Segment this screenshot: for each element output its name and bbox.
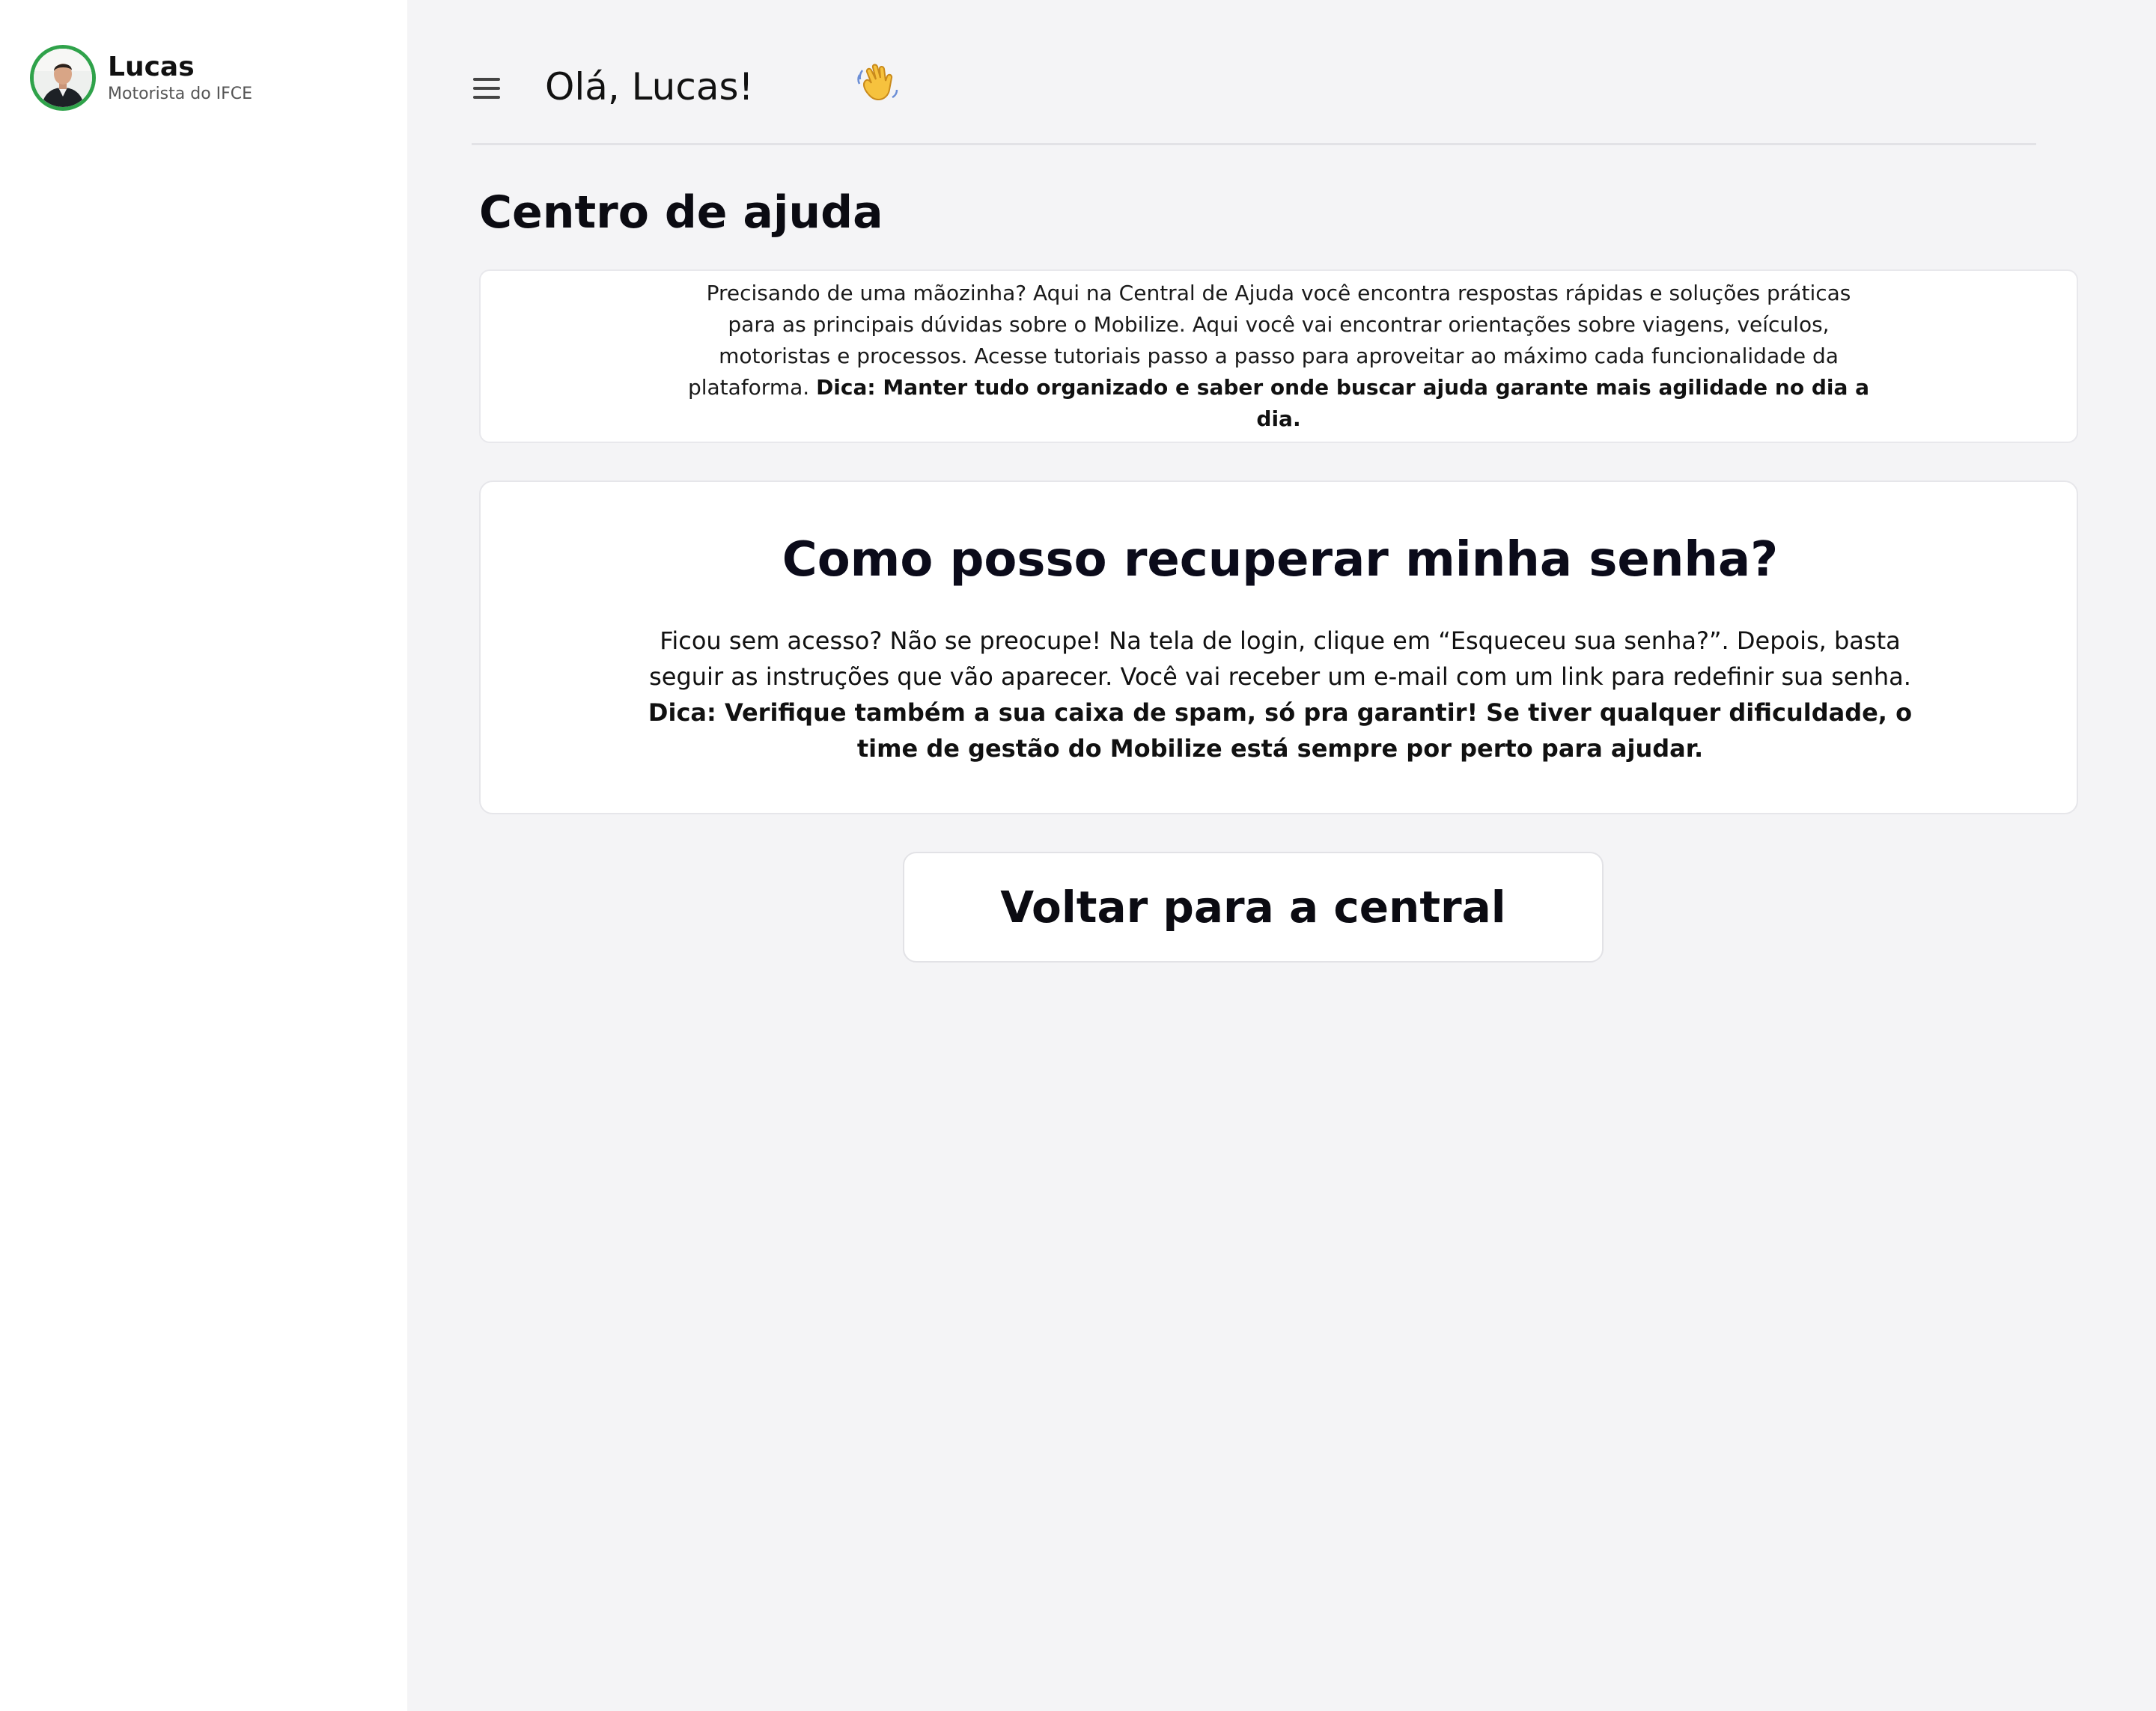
user-photo-icon [34, 49, 92, 107]
main-content: Olá, Lucas! Centro de ajuda Precisando d… [407, 0, 2156, 1711]
faq-card: Como posso recuperar minha senha? Ficou … [479, 481, 2078, 814]
hamburger-menu-icon[interactable] [472, 73, 502, 103]
user-role: Motorista do IFCE [108, 85, 253, 103]
intro-tip: Dica: Manter tudo organizado e saber ond… [816, 375, 1870, 431]
user-profile[interactable]: Lucas Motorista do IFCE [30, 45, 252, 111]
avatar[interactable] [30, 45, 96, 111]
intro-text: Precisando de uma mãozinha? Aqui na Cent… [680, 278, 1878, 435]
faq-answer: Ficou sem acesso? Não se preocupe! Na te… [636, 623, 1924, 766]
page-title: Centro de ajuda [479, 186, 883, 239]
sidebar: Lucas Motorista do IFCE [0, 0, 407, 1711]
top-bar: Olá, Lucas! [472, 52, 2036, 145]
intro-card: Precisando de uma mãozinha? Aqui na Cent… [479, 269, 2078, 443]
faq-answer-tip: Dica: Verifique também a sua caixa de sp… [648, 698, 1913, 763]
faq-question: Como posso recuperar minha senha? [782, 532, 1779, 588]
greeting-text: Olá, Lucas! [545, 65, 754, 109]
waving-hand-icon [855, 61, 900, 106]
profile-text: Lucas Motorista do IFCE [108, 52, 252, 104]
app-root: Lucas Motorista do IFCE Olá, Lucas! Cent… [0, 0, 2156, 1711]
back-to-help-center-button[interactable]: Voltar para a central [903, 852, 1604, 963]
user-name: Lucas [108, 52, 195, 82]
faq-answer-body: Ficou sem acesso? Não se preocupe! Na te… [649, 626, 1911, 691]
